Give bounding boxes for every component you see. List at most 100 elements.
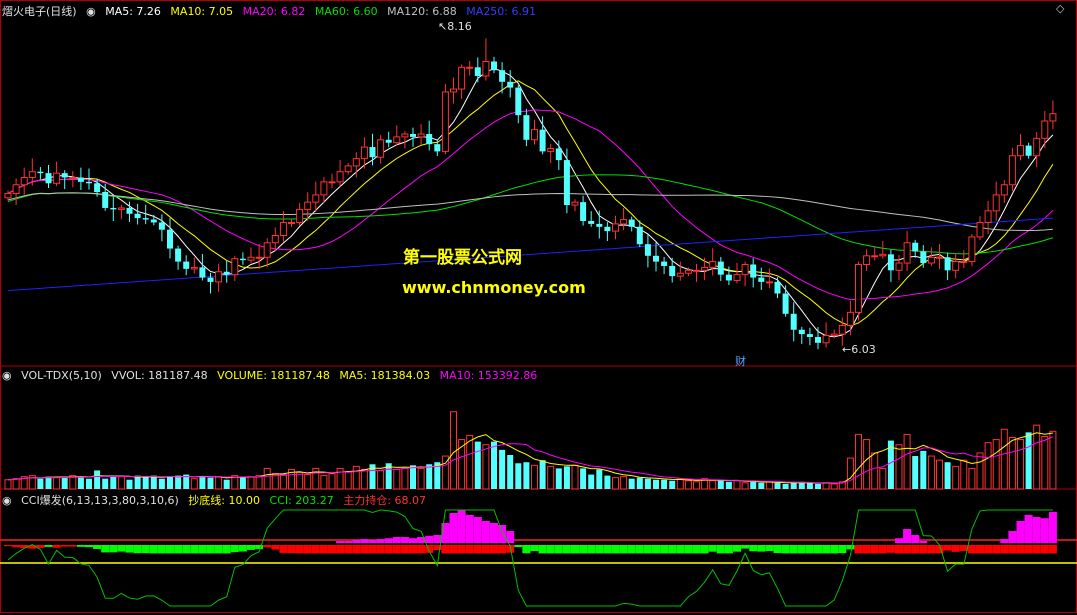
- volume-bar: [53, 477, 61, 490]
- candle-body: [887, 254, 894, 271]
- panel-toggle-icon[interactable]: ◉: [2, 494, 12, 507]
- volume-bar: [782, 483, 789, 489]
- volume-bar: [765, 481, 773, 490]
- cci-indicator-name[interactable]: CCI爆发(6,13,13,3,80,3,10,6): [21, 494, 179, 507]
- trend-band-down: [230, 545, 239, 553]
- volume-bar: [352, 465, 360, 490]
- candle-body: [417, 133, 425, 138]
- volume-bar: [555, 468, 562, 489]
- volume-panel-header: ◉ VOL-TDX(5,10) VVOL: 181187.48 VOLUME: …: [2, 369, 543, 382]
- trend-band-down: [668, 545, 677, 554]
- main-holding-label: 主力持仓: 68.07: [343, 494, 426, 507]
- trend-band-up: [943, 545, 952, 551]
- candle-body: [725, 274, 732, 281]
- holding-bar: [903, 529, 912, 543]
- candle-body: [4, 192, 12, 199]
- candle-body: [523, 115, 530, 140]
- volume-bar: [263, 467, 271, 490]
- candle-body: [110, 207, 117, 210]
- trend-band-down: [182, 545, 191, 554]
- cci-panel-header: ◉ CCI爆发(6,13,13,3,80,3,10,6) 抄底线: 10.00 …: [2, 492, 432, 508]
- volume-bar: [410, 465, 416, 489]
- volume-bar: [571, 464, 579, 490]
- trend-band-down: [781, 545, 790, 554]
- trend-band-up: [490, 545, 498, 554]
- trend-band-up: [870, 545, 879, 554]
- ma5-label: MA5: 7.26: [105, 5, 161, 18]
- volume-bar: [790, 482, 797, 489]
- cci-line: [7, 509, 1053, 607]
- volume-bar: [547, 465, 555, 490]
- candle-body: [336, 171, 344, 183]
- holding-bar: [400, 537, 409, 543]
- volume-bar: [215, 476, 223, 490]
- trend-band-up: [441, 545, 450, 554]
- volume-bar: [45, 476, 52, 489]
- trend-band-up: [12, 545, 21, 548]
- volume-bar: [1033, 424, 1041, 490]
- candle-body: [547, 148, 555, 152]
- trend-band-down: [579, 545, 588, 554]
- trend-band-down: [619, 545, 628, 554]
- volume-bar: [661, 479, 668, 489]
- panel-toggle-icon[interactable]: ◉: [86, 5, 96, 18]
- stock-title[interactable]: 熠火电子(日线): [2, 5, 77, 18]
- volume-bar: [117, 476, 125, 490]
- trend-band-up: [263, 545, 272, 548]
- trend-band-down: [514, 545, 523, 548]
- candle-body: [863, 255, 871, 266]
- candle-body: [94, 183, 101, 192]
- volume-bar: [1000, 428, 1008, 490]
- candle-body: [555, 148, 562, 161]
- candle-body: [369, 147, 376, 158]
- volume-bar: [750, 481, 757, 489]
- candle-body: [215, 271, 223, 283]
- volume-bar: [158, 478, 165, 489]
- trend-band-down: [255, 545, 264, 550]
- candle-body: [822, 335, 830, 344]
- volume-bar: [279, 474, 287, 490]
- candle-body: [830, 333, 838, 337]
- volume-bar: [499, 449, 506, 489]
- trend-band-down: [554, 545, 563, 554]
- finance-marker[interactable]: 财: [735, 353, 746, 369]
- trend-band-up: [60, 545, 69, 547]
- candle-body: [984, 210, 992, 223]
- volume-bar: [142, 476, 149, 489]
- trend-band-up: [481, 545, 490, 554]
- holding-bar: [376, 539, 385, 543]
- holding-bar: [481, 521, 490, 543]
- candle-body: [644, 244, 651, 256]
- expand-diamond-icon[interactable]: ◇: [1056, 2, 1064, 15]
- trend-band-down: [708, 545, 717, 552]
- volume-bar: [344, 470, 352, 490]
- trend-band-up: [895, 545, 903, 554]
- chart-frame: [0, 0, 1077, 613]
- candle-body: [871, 255, 879, 258]
- volume-bar: [758, 482, 765, 489]
- candle-body: [175, 248, 182, 262]
- candle-body: [992, 194, 1000, 212]
- volume-bar: [588, 474, 595, 489]
- candle-body: [846, 311, 854, 326]
- trend-band-down: [101, 545, 110, 553]
- candle-body: [458, 66, 466, 90]
- volume-bar: [709, 480, 717, 490]
- volume-bar: [167, 476, 173, 489]
- candle-body: [426, 134, 433, 145]
- trend-band-up: [927, 545, 936, 554]
- trend-band-down: [749, 545, 758, 552]
- candle-body: [944, 257, 951, 271]
- candle-body: [620, 219, 628, 225]
- volume-indicator-name[interactable]: VOL-TDX(5,10): [21, 369, 102, 382]
- panel-toggle-icon[interactable]: ◉: [2, 369, 12, 382]
- trend-band-down: [214, 545, 223, 554]
- trend-band-down: [141, 545, 150, 554]
- trend-band-down: [603, 545, 612, 554]
- volume-bar: [815, 483, 821, 489]
- candle-body: [774, 281, 781, 294]
- volume-bar: [304, 474, 312, 490]
- volume-bar: [741, 482, 749, 490]
- volume-bar: [717, 479, 724, 489]
- candle-body: [653, 255, 659, 262]
